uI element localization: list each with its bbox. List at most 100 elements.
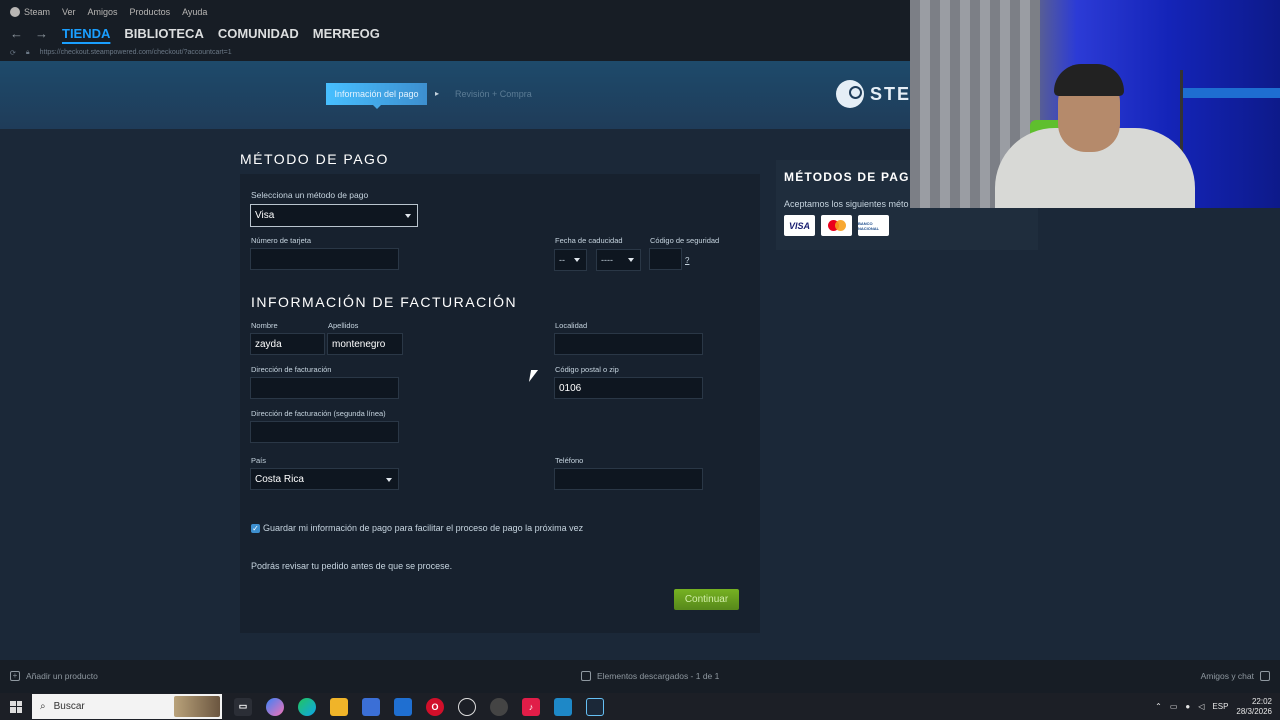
chevron-down-icon	[574, 258, 580, 262]
save-info-checkbox[interactable]: ✓	[251, 524, 260, 533]
city-input[interactable]	[554, 333, 703, 355]
step-caret-icon	[373, 105, 381, 109]
download-icon	[581, 671, 591, 681]
task-view-icon[interactable]: ▭	[234, 697, 252, 716]
chevron-down-icon	[628, 258, 634, 262]
chevron-down-icon	[386, 478, 392, 482]
forward-arrow-icon[interactable]: →	[35, 26, 48, 41]
mastercard-icon	[821, 215, 852, 236]
tab-biblioteca[interactable]: BIBLIOTECA	[124, 26, 203, 41]
clock-date: 28/3/2026	[1236, 706, 1272, 716]
payment-select-label: Selecciona un método de pago	[251, 190, 369, 200]
payment-method-title: MÉTODO DE PAGO	[240, 151, 389, 167]
store-icon[interactable]	[362, 697, 380, 716]
lock-icon: 🔒︎	[25, 48, 30, 56]
last-name-label: Apellidos	[328, 321, 359, 330]
menu-amigos[interactable]: Amigos	[88, 7, 118, 17]
search-icon: ⌕	[40, 701, 46, 712]
step-payment-info: Información del pago	[326, 83, 427, 105]
security-code-label: Código de seguridad	[650, 236, 720, 245]
continue-button[interactable]: Continuar	[674, 589, 739, 610]
payment-method-value: Visa	[255, 210, 275, 221]
language-indicator[interactable]: ESP	[1212, 702, 1228, 711]
edge-icon[interactable]	[298, 697, 316, 716]
downloads-button[interactable]: Elementos descargados - 1 de 1	[581, 671, 719, 681]
expiry-year-value: ----	[601, 255, 613, 265]
reload-icon[interactable]: ⟳	[10, 49, 16, 57]
steam-footer: + Añadir un producto Elementos descargad…	[0, 660, 1280, 693]
steam-menu-label: Steam	[24, 7, 51, 17]
tab-tienda[interactable]: TIENDA	[62, 26, 110, 41]
card-number-input[interactable]	[250, 248, 399, 270]
clock-time: 22:02	[1251, 696, 1272, 706]
app-icon[interactable]	[490, 697, 508, 716]
clock[interactable]: 22:02 28/3/2026	[1236, 697, 1272, 717]
zip-label: Código postal o zip	[555, 365, 619, 374]
file-explorer-icon[interactable]	[330, 697, 348, 716]
steam-logo-icon	[10, 7, 20, 17]
windows-taskbar: ⌕ Buscar ▭ O ♪ ⌃ ▭ ● ◁ ESP 22:02 28/3/20…	[0, 693, 1280, 720]
menu-ayuda[interactable]: Ayuda	[182, 7, 207, 17]
country-value: Costa Rica	[255, 473, 304, 485]
monitor-app-icon[interactable]	[554, 697, 572, 716]
tab-comunidad[interactable]: COMUNIDAD	[218, 26, 299, 41]
last-name-input[interactable]: montenegro	[327, 333, 403, 355]
payment-method-select[interactable]: Visa	[250, 204, 418, 227]
step-arrow-icon: ▸	[435, 89, 440, 98]
github-icon[interactable]	[458, 697, 476, 716]
search-highlight-image	[174, 696, 220, 717]
security-help-link[interactable]: ?	[685, 256, 689, 265]
steam-menu[interactable]: Steam	[10, 7, 50, 17]
banco-nacional-icon: BANCO NACIONAL	[858, 215, 889, 236]
url-text[interactable]: https://checkout.steampowered.com/checko…	[40, 49, 232, 56]
friends-chat-button[interactable]: Amigos y chat	[1201, 671, 1270, 681]
tab-profile[interactable]: MERREOG	[313, 26, 380, 41]
volume-icon[interactable]: ◁	[1198, 702, 1204, 711]
webcam-overlay	[910, 0, 1280, 208]
expiry-month-value: --	[559, 255, 565, 265]
menu-ver[interactable]: Ver	[62, 7, 76, 17]
tiktok-icon[interactable]: ♪	[522, 697, 540, 716]
windows-start-icon[interactable]	[10, 700, 22, 713]
menu-productos[interactable]: Productos	[130, 7, 171, 17]
payment-methods-text: Aceptamos los siguientes méto	[784, 199, 909, 209]
save-info-label[interactable]: Guardar mi información de pago para faci…	[263, 523, 583, 533]
plus-icon: +	[10, 671, 20, 681]
friends-chat-label: Amigos y chat	[1200, 671, 1254, 681]
country-label: País	[251, 456, 267, 465]
review-note: Podrás revisar tu pedido antes de que se…	[251, 561, 453, 571]
payment-methods-title: MÉTODOS DE PAGO	[784, 170, 921, 184]
mic-icon[interactable]: ●	[1185, 702, 1190, 711]
steam-circle-icon	[836, 80, 864, 108]
address2-label: Dirección de facturación (segunda línea)	[251, 409, 386, 418]
expiry-month-select[interactable]: --	[554, 249, 587, 271]
visa-card-icon: VISA	[784, 215, 815, 236]
address2-input[interactable]	[250, 421, 399, 443]
address-input[interactable]	[250, 377, 399, 399]
chevron-up-icon[interactable]: ⌃	[1155, 702, 1162, 711]
address-label: Dirección de facturación	[251, 365, 332, 374]
step-review: Revisión + Compra	[455, 89, 532, 99]
taskbar-search-label: Buscar	[53, 701, 85, 712]
first-name-input[interactable]: zayda	[250, 333, 325, 355]
opera-icon[interactable]: O	[426, 697, 444, 716]
add-product-label: Añadir un producto	[26, 671, 98, 681]
card-number-label: Número de tarjeta	[251, 236, 312, 245]
phone-label: Teléfono	[555, 456, 584, 465]
security-code-input[interactable]	[649, 248, 682, 270]
phone-input[interactable]	[554, 468, 703, 490]
country-select[interactable]: Costa Rica	[250, 468, 399, 490]
outlook-icon[interactable]	[394, 697, 412, 716]
expiry-label: Fecha de caducidad	[555, 236, 623, 245]
chevron-down-icon	[405, 214, 411, 218]
back-arrow-icon[interactable]: ←	[10, 26, 23, 41]
downloads-label: Elementos descargados - 1 de 1	[597, 671, 720, 681]
steam-taskbar-icon[interactable]	[586, 697, 604, 716]
zip-input[interactable]: 0106	[554, 377, 703, 399]
expiry-year-select[interactable]: ----	[596, 249, 641, 271]
billing-info-title: INFORMACIÓN DE FACTURACIÓN	[251, 294, 518, 310]
network-icon[interactable]: ▭	[1170, 702, 1178, 711]
copilot-icon[interactable]	[266, 697, 284, 716]
add-product-button[interactable]: + Añadir un producto	[10, 671, 98, 681]
taskbar-search[interactable]: ⌕ Buscar	[32, 694, 222, 719]
